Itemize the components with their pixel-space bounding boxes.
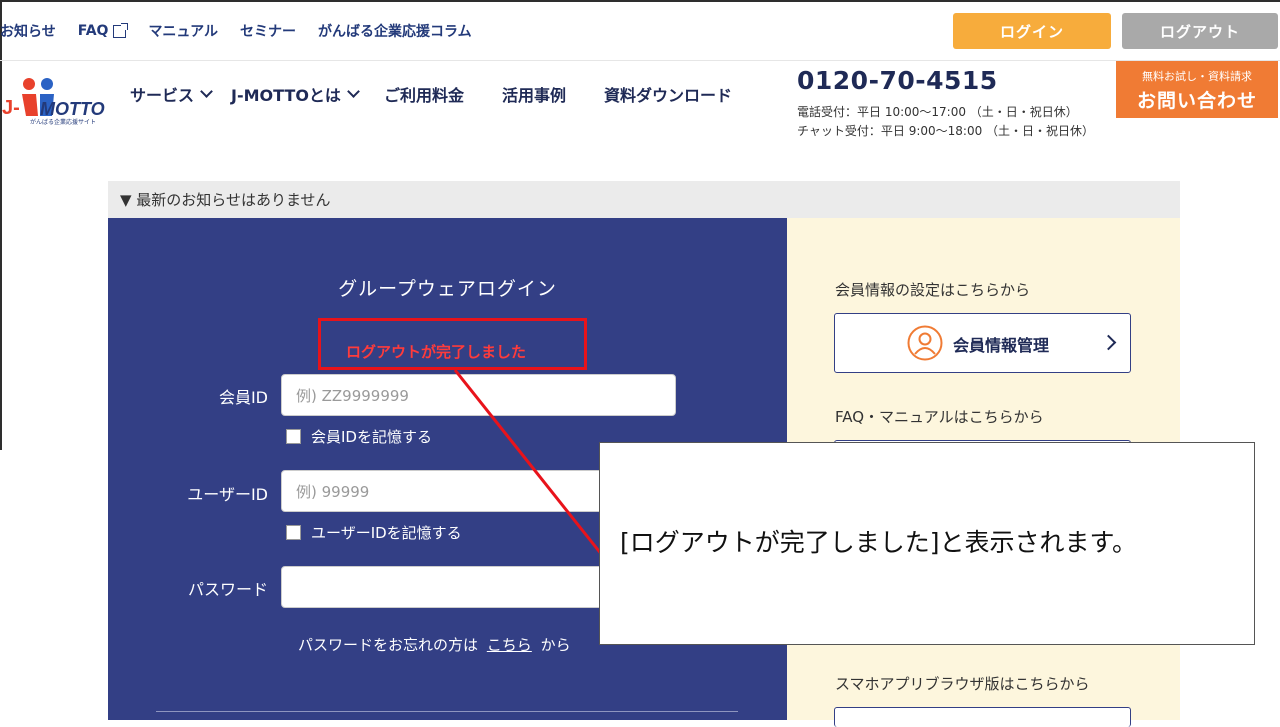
callout-box: [ログアウトが完了しました]と表示されます。: [599, 442, 1255, 645]
callout-text: [ログアウトが完了しました]と表示されます。: [620, 528, 1138, 557]
